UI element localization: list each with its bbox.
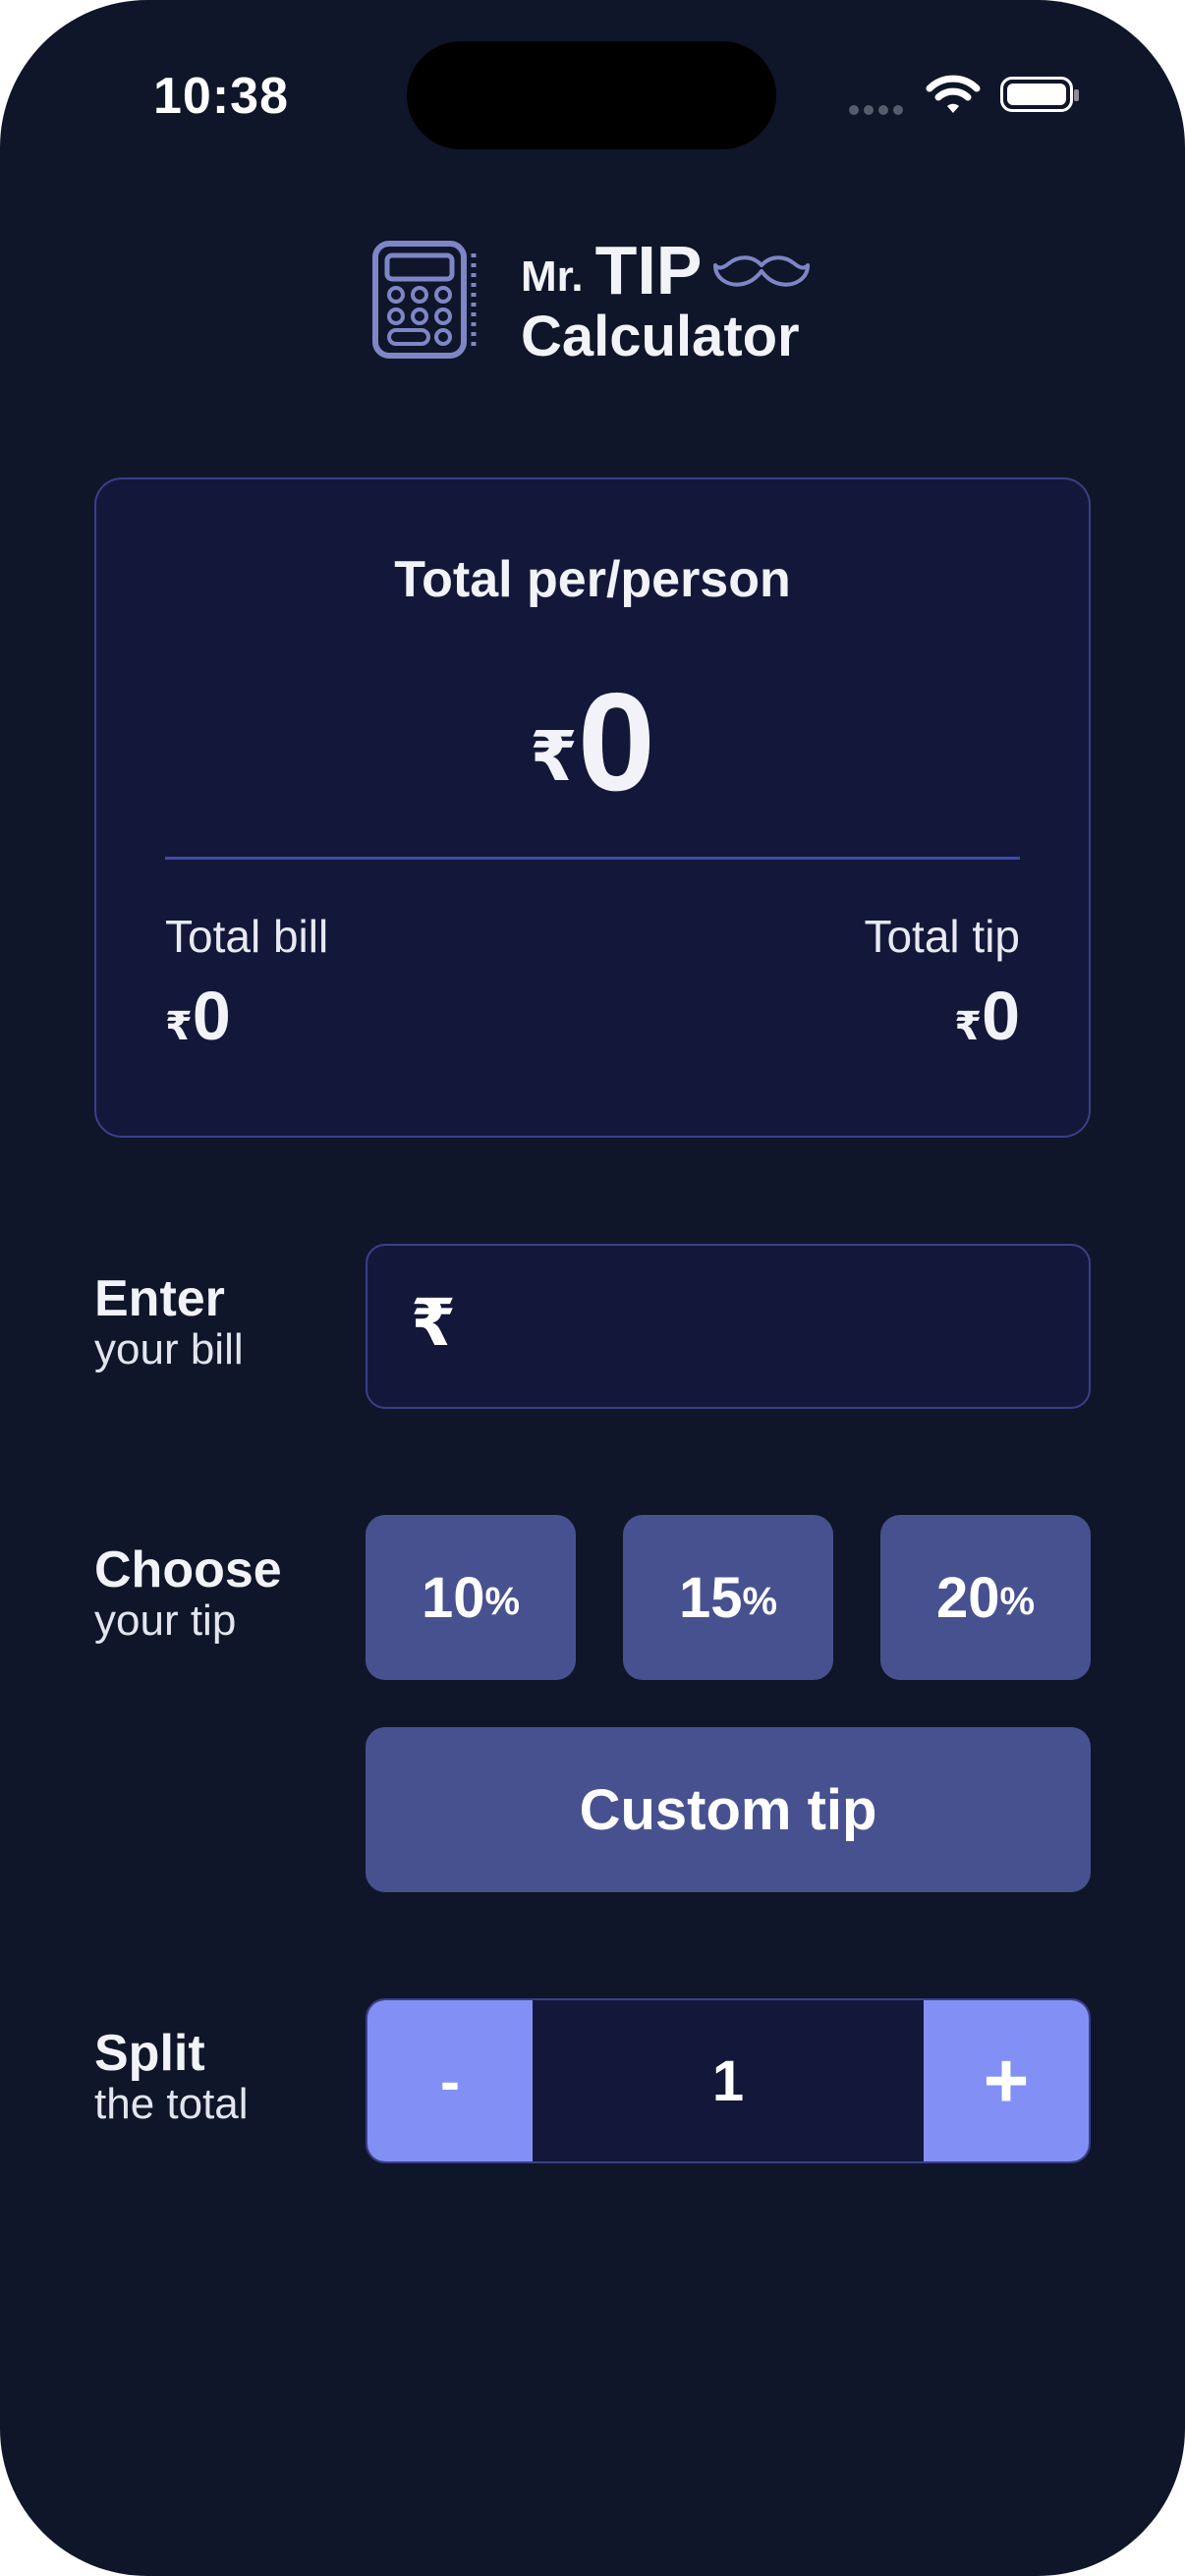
calculator-logo-icon <box>372 241 477 359</box>
status-time: 10:38 <box>153 68 289 125</box>
rupee-icon: ₹ <box>530 718 578 795</box>
custom-tip-button[interactable]: Custom tip <box>366 1727 1091 1892</box>
battery-icon <box>1000 77 1079 112</box>
cellular-signal-icon <box>849 102 908 120</box>
app-logo-text: Mr. TIP Calculator <box>521 232 811 368</box>
total-tip-label: Total tip <box>864 911 1020 962</box>
decrease-split-button[interactable]: - <box>367 2000 533 2161</box>
bill-input-container[interactable]: ₹ <box>366 1244 1091 1409</box>
tip-label: Choose your tip <box>94 1544 282 1643</box>
split-label-strong: Split <box>94 2025 205 2082</box>
per-person-value: 0 <box>577 664 655 820</box>
total-bill-amount: ₹0 <box>165 977 231 1055</box>
total-tip-value: 0 <box>982 978 1020 1054</box>
app-screen: 10:38 Mr. TIP Calculator Total per/perso… <box>0 0 1185 2576</box>
bill-label-light: your bill <box>94 1325 244 1373</box>
tip-label-light: your tip <box>94 1596 237 1645</box>
split-count: 1 <box>711 2048 745 2113</box>
rupee-icon: ₹ <box>165 1005 193 1048</box>
increase-split-button[interactable]: + <box>924 2000 1089 2161</box>
tip-20-button[interactable]: 20% <box>880 1515 1091 1680</box>
dynamic-island <box>407 41 776 149</box>
total-tip-amount: ₹0 <box>954 977 1020 1055</box>
total-bill-label: Total bill <box>165 911 329 962</box>
per-person-amount: ₹0 <box>96 662 1089 823</box>
rupee-icon: ₹ <box>954 1005 983 1048</box>
mustache-icon <box>713 255 811 287</box>
tip-15-button[interactable]: 15% <box>623 1515 833 1680</box>
rupee-icon: ₹ <box>411 1286 456 1359</box>
logo-tip: TIP <box>594 232 703 308</box>
logo-calculator: Calculator <box>521 305 800 368</box>
bill-label-strong: Enter <box>94 1270 225 1327</box>
result-card: Total per/person ₹0 Total bill ₹0 Total … <box>94 477 1091 1138</box>
divider <box>165 857 1020 860</box>
bill-input[interactable] <box>485 1265 1059 1389</box>
split-label-light: the total <box>94 2080 249 2128</box>
total-bill-value: 0 <box>192 978 231 1054</box>
per-person-title: Total per/person <box>394 551 791 608</box>
logo-mr: Mr. <box>521 252 584 301</box>
tip-label-strong: Choose <box>94 1541 282 1598</box>
bill-label: Enter your bill <box>94 1273 244 1372</box>
tip-10-button[interactable]: 10% <box>366 1515 576 1680</box>
wifi-icon <box>926 75 981 113</box>
split-stepper: - 1 + <box>366 1998 1091 2163</box>
split-label: Split the total <box>94 2028 249 2126</box>
